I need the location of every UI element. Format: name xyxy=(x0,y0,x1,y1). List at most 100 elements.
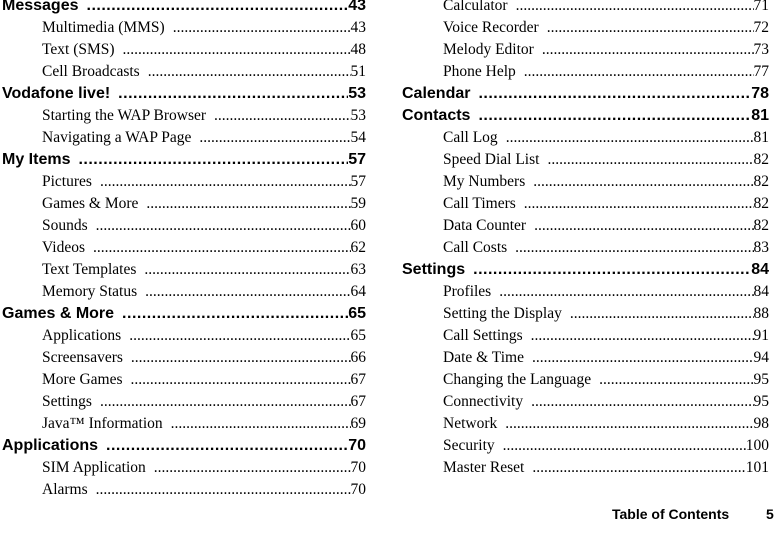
toc-entry-page: 72 xyxy=(753,19,770,36)
dot-leader xyxy=(524,193,754,215)
toc-entry[interactable]: Speed Dial List 82 xyxy=(402,149,769,171)
toc-section-heading[interactable]: Applications 70 xyxy=(2,435,366,457)
toc-entry[interactable]: Melody Editor 73 xyxy=(402,39,769,61)
dot-leader xyxy=(96,479,351,501)
toc-section-heading[interactable]: Messages 43 xyxy=(2,0,366,17)
toc-section-heading[interactable]: Vodafone live! 53 xyxy=(2,83,366,105)
footer-page-number: 5 xyxy=(766,506,774,522)
dot-leader xyxy=(131,347,351,369)
dot-leader xyxy=(547,149,753,171)
toc-entry-page: 59 xyxy=(350,195,367,212)
toc-entry-label: Calendar xyxy=(402,85,471,102)
toc-entry[interactable]: Security 100 xyxy=(402,435,769,457)
toc-section-heading[interactable]: Games & More 65 xyxy=(2,303,366,325)
dot-leader xyxy=(570,303,754,325)
toc-entry[interactable]: Sounds 60 xyxy=(2,215,366,237)
toc-entry-page: 71 xyxy=(753,0,770,14)
toc-entry[interactable]: Phone Help 77 xyxy=(402,61,769,83)
toc-section-heading[interactable]: Calendar 78 xyxy=(402,83,769,105)
toc-entry-label: My Numbers xyxy=(443,173,526,190)
toc-entry[interactable]: Starting the WAP Browser 53 xyxy=(2,105,366,127)
toc-entry-page: 84 xyxy=(751,261,769,278)
dot-leader xyxy=(148,61,351,83)
toc-entry[interactable]: Navigating a WAP Page 54 xyxy=(2,127,366,149)
toc-entry[interactable]: Applications 65 xyxy=(2,325,366,347)
toc-entry-label: Multimedia (MMS) xyxy=(42,19,165,36)
toc-section-heading[interactable]: Contacts 81 xyxy=(402,105,769,127)
toc-section-heading[interactable]: My Items 57 xyxy=(2,149,366,171)
dot-leader xyxy=(214,105,350,127)
toc-entry[interactable]: Settings 67 xyxy=(2,391,366,413)
toc-entry-page: 88 xyxy=(753,305,770,322)
toc-entry-page: 69 xyxy=(350,415,367,432)
dot-leader xyxy=(547,17,754,39)
toc-entry-label: Voice Recorder xyxy=(443,19,539,36)
toc-entry[interactable]: Java™ Information 69 xyxy=(2,413,366,435)
toc-entry[interactable]: Alarms 70 xyxy=(2,479,366,501)
toc-entry[interactable]: Videos 62 xyxy=(2,237,366,259)
toc-entry[interactable]: Pictures 57 xyxy=(2,171,366,193)
toc-entry[interactable]: Text (SMS) 48 xyxy=(2,39,366,61)
toc-entry[interactable]: SIM Application 70 xyxy=(2,457,366,479)
toc-entry-page: 70 xyxy=(348,437,366,454)
toc-entry-label: Speed Dial List xyxy=(443,151,540,168)
toc-entry[interactable]: Memory Status 64 xyxy=(2,281,366,303)
toc-entry[interactable]: Screensavers 66 xyxy=(2,347,366,369)
toc-entry-page: 53 xyxy=(350,107,367,124)
toc-entry-page: 67 xyxy=(350,393,367,410)
toc-entry-page: 101 xyxy=(745,459,769,476)
toc-entry[interactable]: Multimedia (MMS) 43 xyxy=(2,17,366,39)
toc-entry[interactable]: Cell Broadcasts 51 xyxy=(2,61,366,83)
toc-entry-page: 57 xyxy=(348,151,366,168)
toc-entry[interactable]: Connectivity 95 xyxy=(402,391,769,413)
toc-entry-page: 73 xyxy=(753,41,770,58)
toc-entry-page: 48 xyxy=(350,41,367,58)
dot-leader xyxy=(503,435,746,457)
dot-leader xyxy=(100,171,351,193)
toc-entry-label: Data Counter xyxy=(443,217,527,234)
toc-entry-label: Messages xyxy=(2,0,79,14)
toc-entry-label: Setting the Display xyxy=(443,305,562,322)
toc-entry[interactable]: Call Log 81 xyxy=(402,127,769,149)
toc-entry-label: My Items xyxy=(2,151,71,168)
toc-entry-label: Changing the Language xyxy=(443,371,592,388)
toc-entry[interactable]: Date & Time 94 xyxy=(402,347,769,369)
toc-entry[interactable]: Calculator 71 xyxy=(402,0,769,17)
toc-entry-label: Applications xyxy=(42,327,122,344)
dot-leader xyxy=(154,457,351,479)
dot-leader xyxy=(131,369,351,391)
toc-entry[interactable]: Call Timers 82 xyxy=(402,193,769,215)
toc-entry[interactable]: Profiles 84 xyxy=(402,281,769,303)
toc-entry[interactable]: Setting the Display 88 xyxy=(402,303,769,325)
toc-entry[interactable]: Games & More 59 xyxy=(2,193,366,215)
toc-entry[interactable]: Changing the Language 95 xyxy=(402,369,769,391)
toc-entry-page: 81 xyxy=(751,107,769,124)
dot-leader xyxy=(78,149,348,171)
toc-entry[interactable]: My Numbers 82 xyxy=(402,171,769,193)
toc-entry[interactable]: More Games 67 xyxy=(2,369,366,391)
toc-entry-page: 83 xyxy=(753,239,770,256)
toc-entry-label: More Games xyxy=(42,371,123,388)
toc-entry[interactable]: Network 98 xyxy=(402,413,769,435)
toc-entry[interactable]: Text Templates 63 xyxy=(2,259,366,281)
toc-entry-label: Text Templates xyxy=(42,261,137,278)
dot-leader xyxy=(478,83,751,105)
toc-entry[interactable]: Voice Recorder 72 xyxy=(402,17,769,39)
toc-entry[interactable]: Call Costs 83 xyxy=(402,237,769,259)
toc-entry-label: Cell Broadcasts xyxy=(42,63,140,80)
toc-entry[interactable]: Master Reset 101 xyxy=(402,457,769,479)
toc-entry-page: 65 xyxy=(348,305,366,322)
toc-entry-label: Videos xyxy=(42,239,85,256)
toc-section-heading[interactable]: Settings 84 xyxy=(402,259,769,281)
toc-entry-label: SIM Application xyxy=(42,459,146,476)
dot-leader xyxy=(106,435,348,457)
toc-entry-page: 82 xyxy=(753,151,770,168)
toc-entry[interactable]: Data Counter 82 xyxy=(402,215,769,237)
toc-entry-label: Contacts xyxy=(402,107,471,124)
toc-entry[interactable]: Call Settings 91 xyxy=(402,325,769,347)
toc-entry-label: Navigating a WAP Page xyxy=(42,129,192,146)
toc-entry-label: Pictures xyxy=(42,173,92,190)
dot-leader xyxy=(123,39,351,61)
dot-leader xyxy=(478,105,751,127)
dot-leader xyxy=(532,457,745,479)
